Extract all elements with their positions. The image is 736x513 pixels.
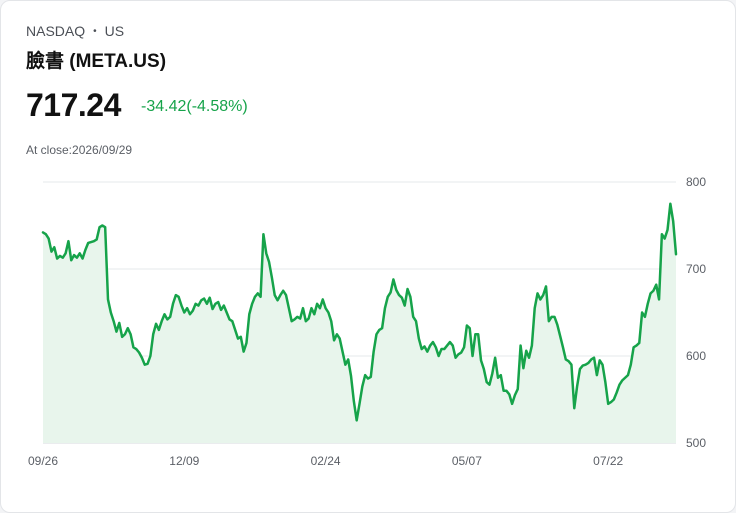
y-tick-label-700: 700 [686,262,706,276]
price-chart: 800 700 600 500 09/26 12/09 02/24 05/07 07/22 [28,175,706,468]
exchange-line: NASDAQ • US [26,23,124,39]
market-name: US [104,23,125,39]
x-tick-label-09-26: 09/26 [28,454,58,468]
exchange-name: NASDAQ [26,23,86,39]
y-tick-label-800: 800 [686,175,706,189]
separator-dot: • [93,25,97,37]
y-tick-label-600: 600 [686,349,706,363]
last-price: 717.24 [26,87,121,123]
close-timestamp: At close:2026/09/29 [26,143,133,157]
y-tick-label-500: 500 [686,436,706,450]
x-tick-label-07-22: 07/22 [593,454,623,468]
stock-name: 臉書 (META.US) [26,51,167,72]
x-tick-label-12-09: 12/09 [169,454,199,468]
price-change: -34.42(-4.58%) [141,98,248,115]
x-tick-label-02-24: 02/24 [311,454,341,468]
x-tick-label-05-07: 05/07 [452,454,482,468]
